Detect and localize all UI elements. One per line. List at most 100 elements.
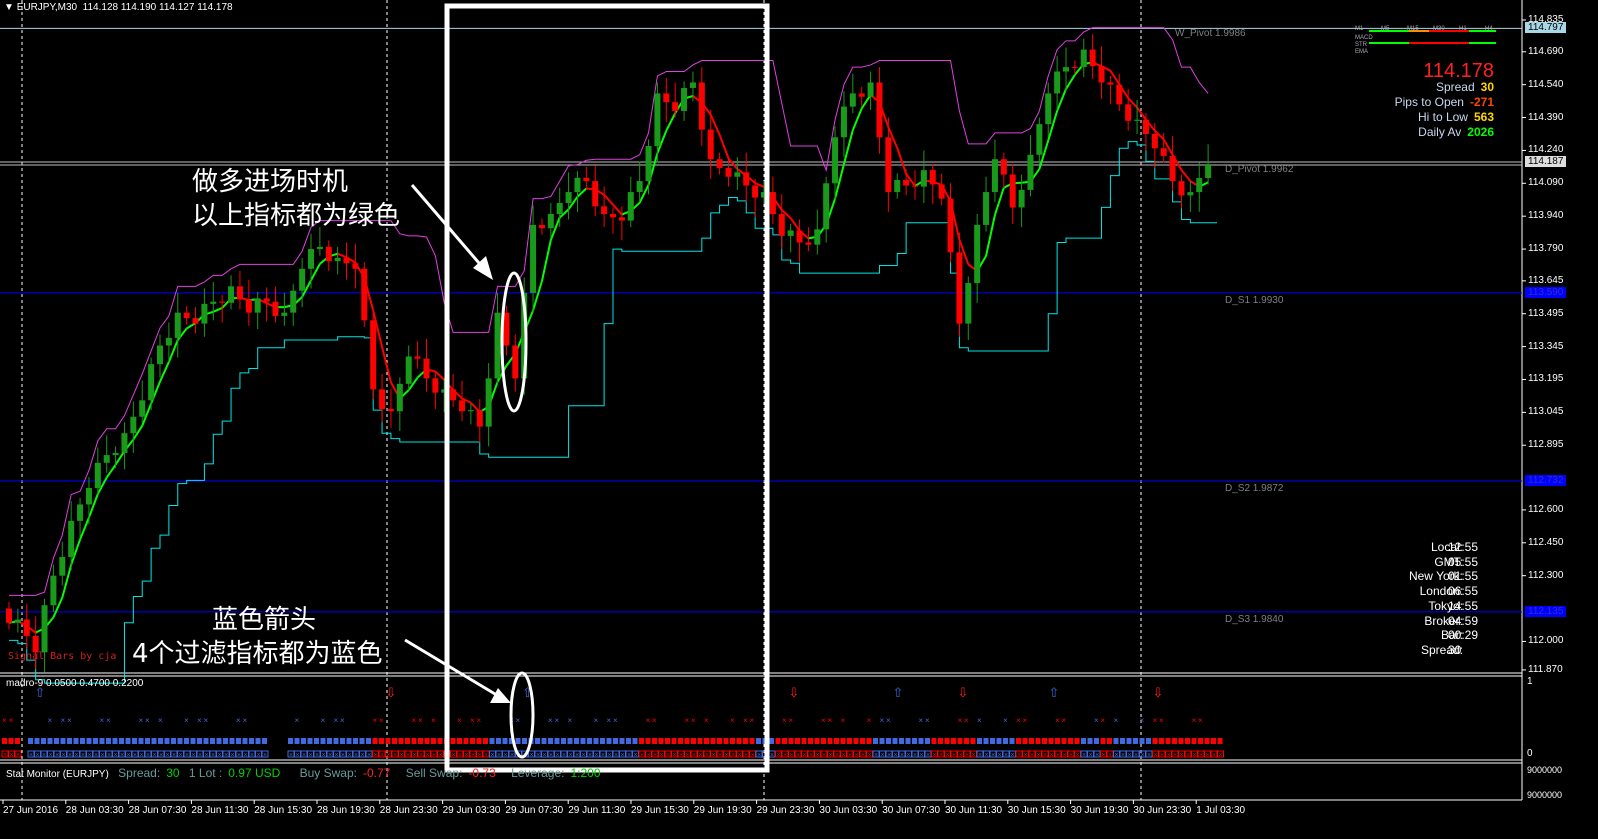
filter-x-mark: × bbox=[556, 752, 560, 759]
filter-x-mark: × bbox=[42, 752, 46, 759]
trend-square bbox=[353, 738, 358, 744]
bear-candle bbox=[370, 320, 377, 390]
trend-square bbox=[717, 738, 722, 744]
trend-square bbox=[879, 738, 885, 744]
filter-x-mark: × bbox=[725, 752, 729, 759]
bull-candle bbox=[1054, 71, 1061, 94]
bear-candle bbox=[743, 172, 750, 186]
filter-x-mark: × bbox=[231, 752, 235, 759]
trend-bar bbox=[1409, 30, 1429, 32]
trend-square bbox=[639, 738, 644, 744]
bull-candle bbox=[130, 416, 137, 434]
trend-square bbox=[1094, 738, 1099, 744]
filter-x-mark: × bbox=[497, 752, 501, 759]
signal-x-mark: × bbox=[295, 716, 300, 725]
x-tick-label: 29 Jun 03:30 bbox=[442, 805, 501, 816]
x-tick-label: 28 Jun 03:30 bbox=[65, 805, 124, 816]
bear-candle bbox=[1169, 155, 1176, 182]
filter-x-mark: × bbox=[608, 752, 612, 759]
bear-candle bbox=[1151, 133, 1158, 149]
signal-x-mark: × bbox=[321, 716, 326, 725]
trend-square bbox=[567, 738, 573, 744]
trend-square bbox=[1211, 738, 1216, 744]
y-tick-label: 114.090 bbox=[1528, 177, 1564, 189]
bull-candle bbox=[50, 575, 57, 606]
trend-square bbox=[671, 738, 677, 744]
trend-bar bbox=[1409, 42, 1429, 44]
arrow-up-icon: ⇧ bbox=[893, 685, 904, 700]
trend-bar bbox=[1369, 42, 1409, 44]
signal-x-mark: × bbox=[568, 716, 573, 725]
filter-x-mark: × bbox=[1219, 752, 1223, 759]
signal-x-mark: × bbox=[964, 716, 969, 725]
trend-square bbox=[957, 738, 963, 744]
trend-square bbox=[795, 738, 800, 744]
trend-square bbox=[255, 738, 261, 744]
trend-square bbox=[704, 738, 709, 744]
trend-square bbox=[1003, 738, 1008, 744]
filter-x-mark: × bbox=[647, 752, 651, 759]
filter-x-mark: × bbox=[1030, 752, 1034, 759]
signal-x-mark: × bbox=[516, 716, 521, 725]
filter-x-mark: × bbox=[302, 752, 306, 759]
filter-x-mark: × bbox=[1024, 752, 1028, 759]
bear-candle bbox=[956, 252, 963, 324]
tf-label: M1 bbox=[1355, 26, 1364, 32]
signal-x-mark: × bbox=[1198, 716, 1203, 725]
trend-square bbox=[697, 738, 703, 744]
trend-square bbox=[522, 738, 527, 744]
trend-square bbox=[775, 738, 781, 744]
trend-square bbox=[1113, 738, 1119, 744]
filter-x-mark: × bbox=[348, 752, 352, 759]
trend-square bbox=[970, 738, 976, 744]
annotation-blue-arrow: 蓝色箭头 4个过滤指标都为蓝色 bbox=[132, 603, 383, 671]
trend-square bbox=[145, 738, 150, 744]
trend-square bbox=[249, 738, 254, 744]
filter-x-mark: × bbox=[322, 752, 326, 759]
stat-label: Daily Av bbox=[1418, 125, 1462, 139]
bear-candle bbox=[1071, 67, 1078, 69]
trend-square bbox=[808, 738, 813, 744]
trend-square bbox=[678, 738, 683, 744]
x-tick-label: 27 Jun 2016 bbox=[3, 805, 59, 816]
bull-candle bbox=[210, 301, 217, 304]
bull-candle bbox=[654, 93, 661, 147]
filter-x-mark: × bbox=[614, 752, 618, 759]
y-tick-label: 114.390 bbox=[1528, 111, 1564, 123]
bull-candle bbox=[920, 170, 927, 187]
stat-axis-bottom: 9000000 bbox=[1527, 790, 1563, 800]
filter-x-mark: × bbox=[166, 752, 170, 759]
trend-square bbox=[112, 738, 118, 744]
filter-x-mark: × bbox=[367, 752, 371, 759]
bear-candle bbox=[929, 170, 936, 185]
y-tick-label: 113.345 bbox=[1528, 340, 1564, 352]
clock-value: 14:55 bbox=[1448, 598, 1479, 613]
trend-square bbox=[437, 738, 443, 744]
trend-square bbox=[8, 738, 14, 744]
filter-x-mark: × bbox=[790, 752, 794, 759]
filter-x-mark: × bbox=[588, 752, 592, 759]
trend-square bbox=[983, 738, 989, 744]
trend-square bbox=[723, 738, 729, 744]
filter-x-mark: × bbox=[81, 752, 85, 759]
bull-candle bbox=[547, 213, 554, 229]
arrow-up-icon: ⇧ bbox=[1049, 685, 1060, 700]
price-chart[interactable]: ××××× × × × ××× ××××× × × × ××××× × × × ××××× ××× × × ×××… bbox=[0, 0, 1598, 839]
filter-x-mark: × bbox=[855, 752, 859, 759]
signal-x-mark: × bbox=[1101, 716, 1106, 725]
filter-x-mark: × bbox=[400, 752, 404, 759]
filter-x-mark: × bbox=[1193, 752, 1197, 759]
trend-square bbox=[1081, 738, 1086, 744]
trend-square bbox=[320, 738, 326, 744]
filter-x-mark: × bbox=[894, 752, 898, 759]
trend-square bbox=[1107, 738, 1112, 744]
trend-square bbox=[190, 738, 196, 744]
filter-x-mark: × bbox=[328, 752, 332, 759]
level-label: D_Pivot 1.9962 bbox=[1225, 164, 1294, 176]
trend-square bbox=[47, 738, 53, 744]
bull-candle bbox=[1045, 93, 1052, 125]
filter-x-mark: × bbox=[777, 752, 781, 759]
signal-x-mark: × bbox=[340, 716, 345, 725]
trend-square bbox=[41, 738, 46, 744]
bear-candle bbox=[1098, 66, 1105, 83]
